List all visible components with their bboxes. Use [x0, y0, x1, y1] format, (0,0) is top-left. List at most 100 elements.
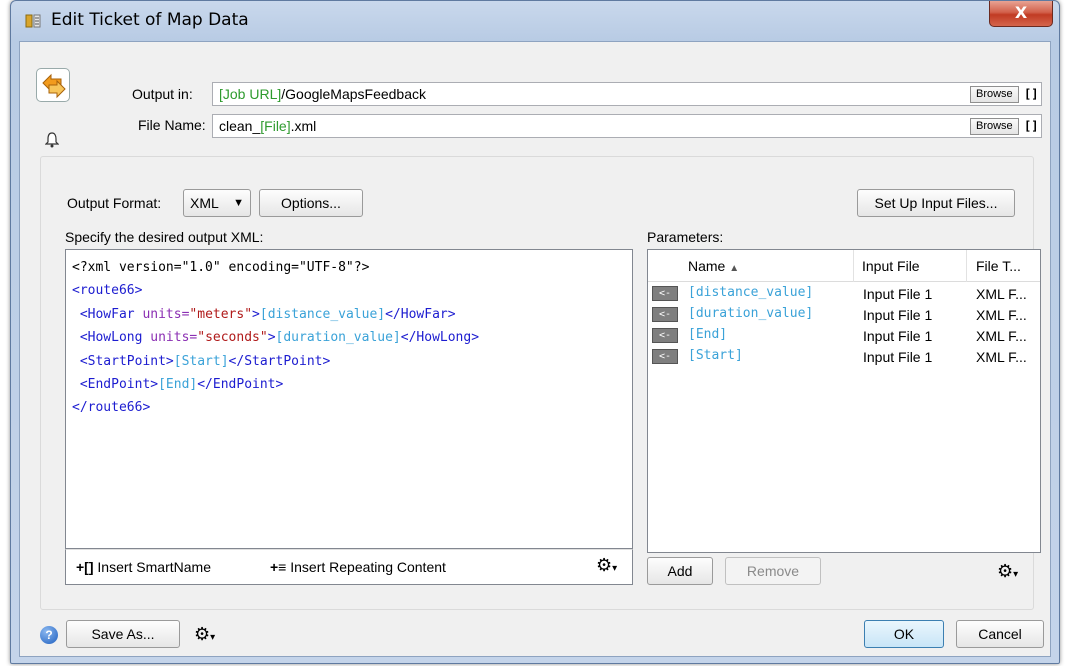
bell-icon[interactable]: [45, 132, 59, 148]
insert-arrow-button[interactable]: <-: [652, 307, 678, 322]
editor-toolbar: +[] Insert SmartName +≡ Insert Repeating…: [65, 549, 633, 585]
output-format-label: Output Format:: [67, 195, 162, 211]
xml-token: >: [252, 306, 260, 322]
xml-token: [End]: [158, 377, 198, 393]
output-format-select[interactable]: XML ▼: [183, 189, 251, 217]
parameters-label: Parameters:: [647, 229, 724, 245]
output-format-value: XML: [190, 195, 219, 211]
xml-token: "seconds": [197, 330, 268, 346]
title-bar[interactable]: Edit Ticket of Map Data X: [11, 1, 1059, 43]
file-smartname-button[interactable]: []: [1024, 119, 1038, 133]
parameters-gear-icon[interactable]: ⚙▾: [997, 563, 1018, 584]
parameter-name: [distance_value]: [688, 285, 814, 300]
parameter-file-type: XML F...: [976, 349, 1027, 365]
xml-line: <StartPoint>[Start]</StartPoint>: [72, 350, 479, 373]
column-header-type[interactable]: File T...: [976, 258, 1021, 274]
file-name-field[interactable]: clean_[File].xml: [212, 114, 1042, 138]
sort-ascending-icon: ▲: [729, 263, 740, 274]
insert-smartname-label: Insert SmartName: [97, 559, 211, 575]
parameter-input-file: Input File 1: [863, 328, 933, 344]
col-name-label: Name: [688, 258, 726, 274]
file-name-suffix: .xml: [290, 118, 317, 134]
insert-arrow-button[interactable]: <-: [652, 328, 678, 343]
column-header-name[interactable]: Name ▲: [688, 258, 739, 274]
xml-line: <EndPoint>[End]</EndPoint>: [72, 373, 479, 396]
parameter-row[interactable]: <- [End] Input File 1 XML F...: [648, 326, 1040, 347]
parameters-table[interactable]: Name ▲ Input File File T... <- [distance_…: [647, 249, 1041, 553]
insert-arrow-button[interactable]: <-: [652, 349, 678, 364]
file-name-label: File Name:: [138, 117, 206, 133]
editor-label: Specify the desired output XML:: [65, 229, 264, 245]
window-title: Edit Ticket of Map Data: [51, 10, 249, 30]
parameter-input-file: Input File 1: [863, 307, 933, 323]
xml-line: <?xml version="1.0" encoding="UTF-8"?>: [72, 256, 479, 279]
file-name-prefix: clean_: [219, 118, 261, 134]
xml-token: <?xml version="1.0" encoding="UTF-8"?>: [72, 260, 370, 275]
footer-gear-icon[interactable]: ⚙▾: [194, 626, 215, 647]
xml-token: <HowLong: [72, 330, 151, 346]
parameter-name: [duration_value]: [688, 306, 814, 321]
parameter-input-file: Input File 1: [863, 349, 933, 365]
xml-token: </route66>: [72, 400, 151, 416]
insert-arrow-button[interactable]: <-: [652, 286, 678, 301]
ok-button[interactable]: OK: [864, 620, 944, 648]
output-smartname-button[interactable]: []: [1024, 87, 1038, 101]
xml-token: [duration_value]: [275, 330, 401, 346]
setup-input-files-button[interactable]: Set Up Input Files...: [857, 189, 1015, 217]
xml-line: </route66>: [72, 396, 479, 419]
parameter-row[interactable]: <- [duration_value] Input File 1 XML F...: [648, 305, 1040, 326]
xml-token: </StartPoint>: [228, 353, 331, 369]
xml-editor[interactable]: <?xml version="1.0" encoding="UTF-8"?> <r…: [65, 249, 633, 549]
xml-token: units=: [150, 330, 198, 346]
insert-smartname-button[interactable]: +[] Insert SmartName: [76, 559, 211, 575]
editor-gear-icon[interactable]: ⚙▾: [596, 557, 617, 578]
dialog-window: Edit Ticket of Map Data X Output in: [Jo…: [10, 0, 1060, 664]
dialog-body: Output in: [Job URL]/GoogleMapsFeedback …: [19, 41, 1051, 657]
job-url-smartname: [Job URL]: [219, 86, 282, 102]
xml-token: <StartPoint>: [72, 353, 174, 369]
xml-token: units=: [142, 306, 190, 322]
options-button[interactable]: Options...: [259, 189, 363, 217]
output-in-field[interactable]: [Job URL]/GoogleMapsFeedback: [212, 82, 1042, 106]
parameter-file-type: XML F...: [976, 307, 1027, 323]
file-smartname: [File]: [260, 118, 291, 134]
xml-line: <route66>: [72, 279, 479, 302]
parameter-input-file: Input File 1: [863, 286, 933, 302]
xml-line: <HowFar units="meters">[distance_value]<…: [72, 303, 479, 326]
parameter-row[interactable]: <- [distance_value] Input File 1 XML F...: [648, 284, 1040, 305]
ticket-icon: [25, 14, 41, 28]
parameter-name: [Start]: [688, 348, 743, 363]
xml-token: </EndPoint>: [197, 377, 284, 393]
chevron-down-icon: ▼: [233, 197, 244, 209]
cancel-button[interactable]: Cancel: [956, 620, 1044, 648]
xml-token: [Start]: [173, 353, 229, 369]
insert-repeating-label: Insert Repeating Content: [290, 559, 446, 575]
xml-code: <?xml version="1.0" encoding="UTF-8"?> <r…: [72, 256, 479, 420]
parameter-row[interactable]: <- [Start] Input File 1 XML F...: [648, 347, 1040, 368]
help-icon[interactable]: ?: [40, 626, 58, 644]
xml-token: </HowFar>: [385, 306, 456, 322]
xml-token: </HowLong>: [400, 330, 480, 346]
parameters-header: Name ▲ Input File File T...: [648, 250, 1040, 282]
add-parameter-button[interactable]: Add: [647, 557, 713, 585]
settings-panel: Output Format: XML ▼ Options... Set Up I…: [40, 156, 1041, 610]
save-as-button[interactable]: Save As...: [66, 620, 180, 648]
app-icon[interactable]: [36, 68, 70, 102]
column-divider: [853, 250, 854, 282]
xml-token: <route66>: [72, 283, 143, 299]
column-divider: [966, 250, 967, 282]
parameter-file-type: XML F...: [976, 328, 1027, 344]
parameter-file-type: XML F...: [976, 286, 1027, 302]
output-in-label: Output in:: [132, 86, 193, 102]
remove-parameter-button[interactable]: Remove: [725, 557, 821, 585]
output-browse-button[interactable]: Browse: [970, 86, 1019, 103]
insert-repeating-button[interactable]: +≡ Insert Repeating Content: [270, 559, 446, 575]
xml-token: "meters": [189, 306, 253, 322]
column-header-input[interactable]: Input File: [862, 258, 920, 274]
close-button[interactable]: X: [989, 1, 1053, 27]
parameter-name: [End]: [688, 327, 728, 342]
output-in-path: /GoogleMapsFeedback: [281, 86, 427, 102]
xml-token: <HowFar: [72, 306, 143, 322]
swap-arrows-icon: [42, 73, 66, 99]
file-browse-button[interactable]: Browse: [970, 118, 1019, 135]
